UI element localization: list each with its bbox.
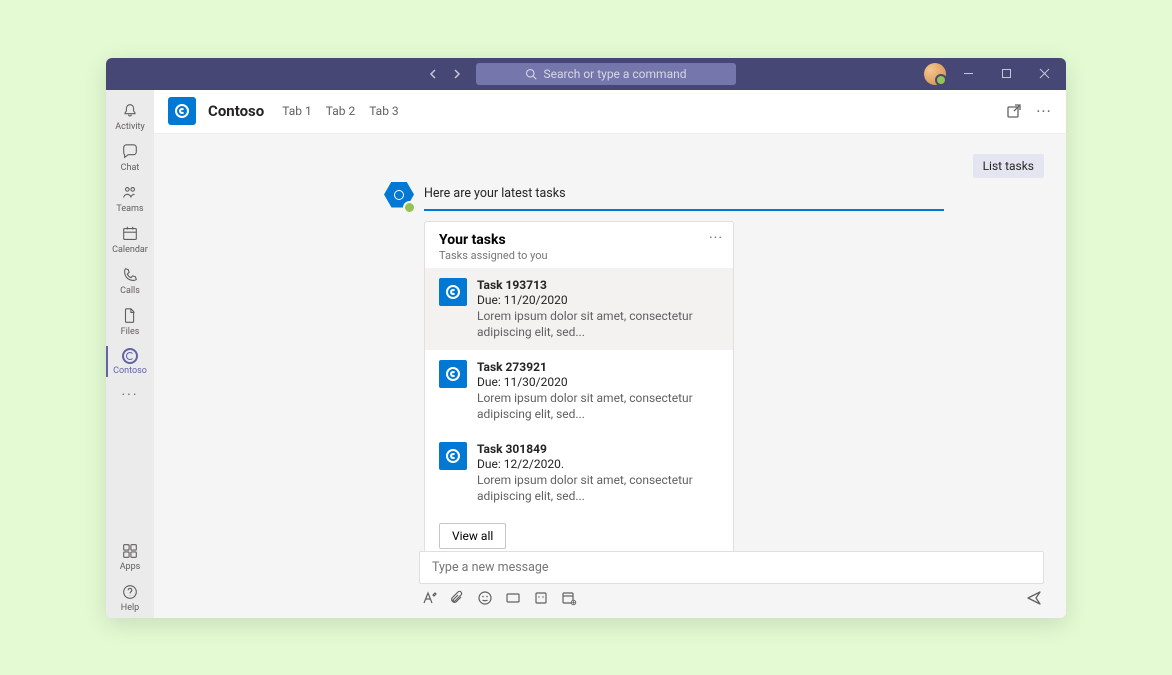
app-header: Contoso Tab 1 Tab 2 Tab 3 ··· xyxy=(154,90,1066,134)
bot-swirl-icon xyxy=(394,190,404,200)
popout-button[interactable] xyxy=(1006,103,1022,119)
attach-button[interactable] xyxy=(449,590,465,606)
app-logo xyxy=(168,97,196,125)
people-icon xyxy=(121,184,139,202)
sticker-button[interactable] xyxy=(533,590,549,606)
task-desc: Lorem ipsum dolor sit amet, consectetur … xyxy=(477,390,719,422)
task-item[interactable]: Task 193713 Due: 11/20/2020 Lorem ipsum … xyxy=(425,268,733,350)
task-name: Task 301849 xyxy=(477,442,719,456)
task-due: Due: 11/30/2020 xyxy=(477,375,719,389)
nav-forward-button[interactable] xyxy=(446,63,468,85)
search-placeholder: Search or type a command xyxy=(543,67,686,81)
contoso-icon xyxy=(122,348,138,364)
tab-1[interactable]: Tab 1 xyxy=(282,104,311,118)
calendar-plus-icon xyxy=(561,590,577,606)
rail-more-button[interactable]: ··· xyxy=(122,381,139,409)
chat-canvas: List tasks Here are your latest tasks Yo… xyxy=(154,134,1066,618)
tab-2[interactable]: Tab 2 xyxy=(326,104,355,118)
window-close-button[interactable] xyxy=(1028,60,1060,88)
rail-label: Activity xyxy=(115,122,144,132)
task-desc: Lorem ipsum dolor sit amet, consectetur … xyxy=(477,472,719,504)
user-message-echo: List tasks xyxy=(973,154,1044,178)
apps-icon xyxy=(121,542,139,560)
chat-icon xyxy=(121,143,139,161)
tab-3[interactable]: Tab 3 xyxy=(369,104,398,118)
compose-input[interactable]: Type a new message xyxy=(419,551,1044,584)
rail-chat[interactable]: Chat xyxy=(106,137,154,178)
rail-label: Contoso xyxy=(113,366,147,376)
rail-label: Calendar xyxy=(112,245,148,255)
rail-activity[interactable]: Activity xyxy=(106,96,154,137)
app-title: Contoso xyxy=(208,102,264,120)
task-desc: Lorem ipsum dolor sit amet, consectetur … xyxy=(477,308,719,340)
emoji-button[interactable] xyxy=(477,590,493,606)
file-icon xyxy=(121,307,139,325)
send-button[interactable] xyxy=(1026,590,1042,606)
task-item[interactable]: Task 273921 Due: 11/30/2020 Lorem ipsum … xyxy=(425,350,733,432)
app-rail: Activity Chat Teams Calendar Calls Files xyxy=(106,90,154,618)
compose-placeholder: Type a new message xyxy=(432,560,549,575)
card-subtitle: Tasks assigned to you xyxy=(439,249,719,262)
bot-message: Here are your latest tasks Your tasks Ta… xyxy=(384,182,944,562)
gif-button[interactable] xyxy=(505,590,521,606)
paperclip-icon xyxy=(449,590,465,606)
rail-apps[interactable]: Apps xyxy=(106,536,154,577)
rail-help[interactable]: Help xyxy=(106,577,154,618)
teams-window: Search or type a command Activity Chat T… xyxy=(106,58,1066,618)
titlebar: Search or type a command xyxy=(106,58,1066,90)
send-icon xyxy=(1026,589,1042,607)
card-title: Your tasks xyxy=(439,232,719,248)
schedule-button[interactable] xyxy=(561,590,577,606)
nav-back-button[interactable] xyxy=(422,63,444,85)
rail-label: Apps xyxy=(120,562,141,572)
rail-calls[interactable]: Calls xyxy=(106,260,154,301)
rail-label: Chat xyxy=(121,163,140,173)
search-input[interactable]: Search or type a command xyxy=(476,63,736,85)
card-more-button[interactable]: ··· xyxy=(709,230,723,246)
task-item[interactable]: Task 301849 Due: 12/2/2020. Lorem ipsum … xyxy=(425,432,733,514)
task-swirl-icon xyxy=(439,360,467,388)
task-swirl-icon xyxy=(439,442,467,470)
rail-contoso[interactable]: Contoso xyxy=(106,342,154,381)
emoji-icon xyxy=(477,590,493,606)
sticker-icon xyxy=(533,590,549,606)
calendar-icon xyxy=(121,225,139,243)
contoso-swirl-icon xyxy=(175,104,189,118)
search-icon xyxy=(525,68,537,80)
task-name: Task 273921 xyxy=(477,360,719,374)
tasks-card: Your tasks Tasks assigned to you ··· Tas… xyxy=(424,221,734,562)
user-avatar[interactable] xyxy=(924,63,946,85)
rail-calendar[interactable]: Calendar xyxy=(106,219,154,260)
bot-intro: Here are your latest tasks xyxy=(424,182,944,211)
view-all-button[interactable]: View all xyxy=(439,523,506,549)
composer: Type a new message xyxy=(419,551,1044,606)
help-icon xyxy=(121,583,139,601)
rail-label: Teams xyxy=(116,204,143,214)
header-more-button[interactable]: ··· xyxy=(1036,103,1052,119)
bell-icon xyxy=(121,102,139,120)
format-button[interactable] xyxy=(421,590,437,606)
rail-label: Files xyxy=(121,327,140,337)
phone-icon xyxy=(121,266,139,284)
format-icon xyxy=(421,590,437,606)
task-due: Due: 12/2/2020. xyxy=(477,457,719,471)
task-swirl-icon xyxy=(439,278,467,306)
gif-icon xyxy=(505,590,521,606)
rail-label: Calls xyxy=(120,286,140,296)
popout-icon xyxy=(1006,103,1022,119)
app-tabs: Tab 1 Tab 2 Tab 3 xyxy=(282,104,398,118)
window-maximize-button[interactable] xyxy=(990,60,1022,88)
bot-avatar xyxy=(384,182,414,212)
rail-teams[interactable]: Teams xyxy=(106,178,154,219)
content-area: Contoso Tab 1 Tab 2 Tab 3 ··· List tasks xyxy=(154,90,1066,618)
task-name: Task 193713 xyxy=(477,278,719,292)
task-due: Due: 11/20/2020 xyxy=(477,293,719,307)
window-minimize-button[interactable] xyxy=(952,60,984,88)
rail-files[interactable]: Files xyxy=(106,301,154,342)
rail-label: Help xyxy=(121,603,139,613)
